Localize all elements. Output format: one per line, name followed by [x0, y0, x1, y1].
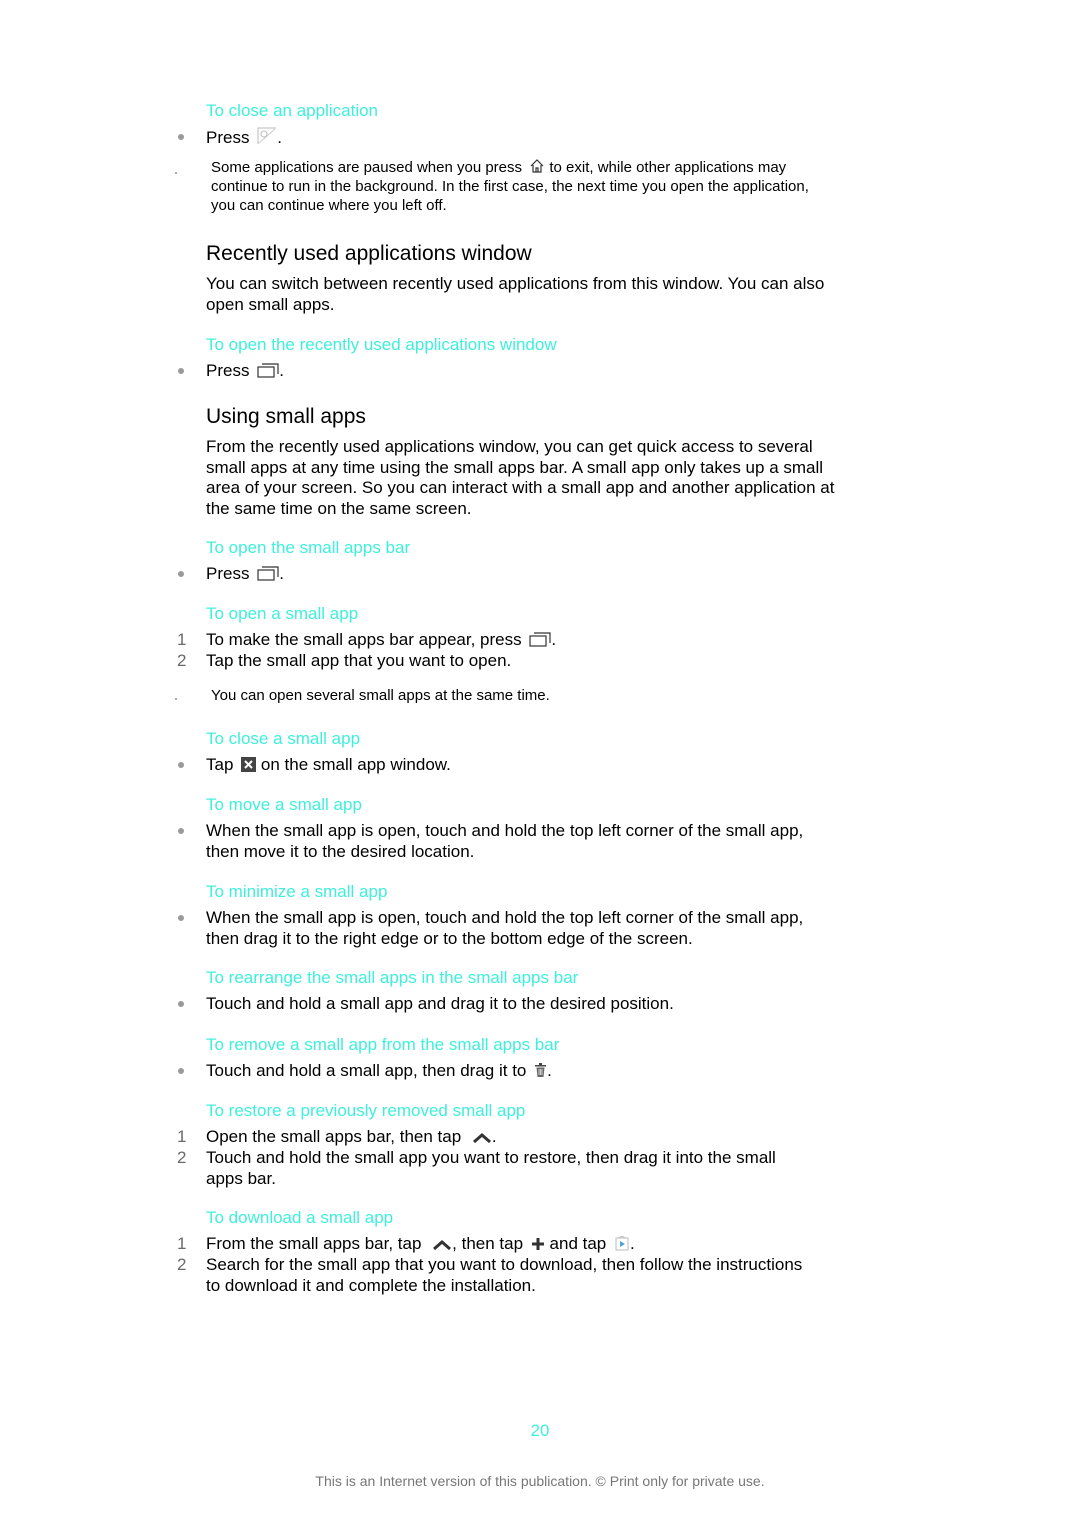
recent-apps-icon [257, 566, 279, 581]
remove-title: To remove a small app from the small app… [206, 1035, 560, 1054]
close-small-app-title: To close a small app [206, 729, 361, 748]
step-number: 2 [177, 1148, 187, 1167]
restore-title: To restore a previously removed small ap… [206, 1101, 526, 1120]
open-small-app-step-2: Tap the small app that you want to open. [206, 651, 512, 670]
recent-apps-icon [257, 363, 279, 378]
recent-window-body: You can switch between recently used app… [206, 274, 825, 314]
play-store-icon [615, 1236, 629, 1251]
open-small-app-step-1: To make the small apps bar appear, press… [206, 630, 557, 649]
chevron-up-icon [433, 1240, 452, 1251]
plus-icon [531, 1238, 544, 1250]
bullet [178, 571, 184, 577]
step-number: 2 [177, 1255, 187, 1274]
step-number: 1 [177, 1127, 187, 1146]
remove-step: Touch and hold a small app, then drag it… [206, 1061, 552, 1080]
step-number: 2 [177, 651, 187, 670]
bullet [178, 915, 184, 921]
bullet [178, 368, 184, 374]
step-number: 1 [177, 630, 187, 649]
open-small-app-note: You can open several small apps at the s… [211, 687, 550, 704]
bullet [178, 1068, 184, 1074]
restore-step-2: Touch and hold the small app you want to… [206, 1148, 776, 1188]
close-box-icon [241, 757, 257, 772]
page-number: 20 [530, 1421, 550, 1440]
step-number: 1 [177, 1234, 187, 1253]
download-title: To download a small app [206, 1208, 394, 1227]
rearrange-title: To rearrange the small apps in the small… [206, 968, 579, 987]
download-step-2: Search for the small app that you want t… [206, 1255, 803, 1295]
note-marker [175, 698, 177, 700]
open-recent-step: Press . [206, 361, 284, 380]
download-step-1: From the small apps bar, tap , then tap … [206, 1234, 635, 1253]
bullet [178, 134, 184, 140]
bullet [178, 828, 184, 834]
rearrange-step: Touch and hold a small app and drag it t… [206, 994, 674, 1013]
chevron-up-icon [472, 1133, 491, 1144]
move-small-app-title: To move a small app [206, 795, 362, 814]
open-bar-step: Press . [206, 564, 284, 583]
close-app-note: Some applications are paused when you pr… [211, 159, 809, 214]
small-apps-heading: Using small apps [206, 405, 366, 428]
recent-apps-icon [529, 632, 551, 647]
bullet [178, 762, 184, 768]
open-recent-title: To open the recently used applications w… [206, 335, 557, 354]
close-app-gesture-icon [257, 127, 277, 144]
minimize-small-app-title: To minimize a small app [206, 882, 388, 901]
footer-notice: This is an Internet version of this publ… [315, 1473, 765, 1489]
restore-step-1: Open the small apps bar, then tap . [206, 1127, 497, 1146]
minimize-small-app-step: When the small app is open, touch and ho… [206, 908, 804, 948]
move-small-app-step: When the small app is open, touch and ho… [206, 821, 804, 861]
close-small-app-step: Tap on the small app window. [206, 755, 451, 774]
open-small-app-title: To open a small app [206, 604, 359, 623]
bullet [178, 1001, 184, 1007]
small-apps-body: From the recently used applications wind… [206, 437, 835, 518]
note-marker [175, 172, 177, 174]
open-bar-title: To open the small apps bar [206, 538, 411, 557]
home-icon [530, 159, 544, 173]
recent-window-heading: Recently used applications window [206, 242, 532, 265]
trash-icon [535, 1063, 547, 1077]
close-app-title: To close an application [206, 101, 379, 120]
close-app-step: Press . [206, 127, 282, 147]
